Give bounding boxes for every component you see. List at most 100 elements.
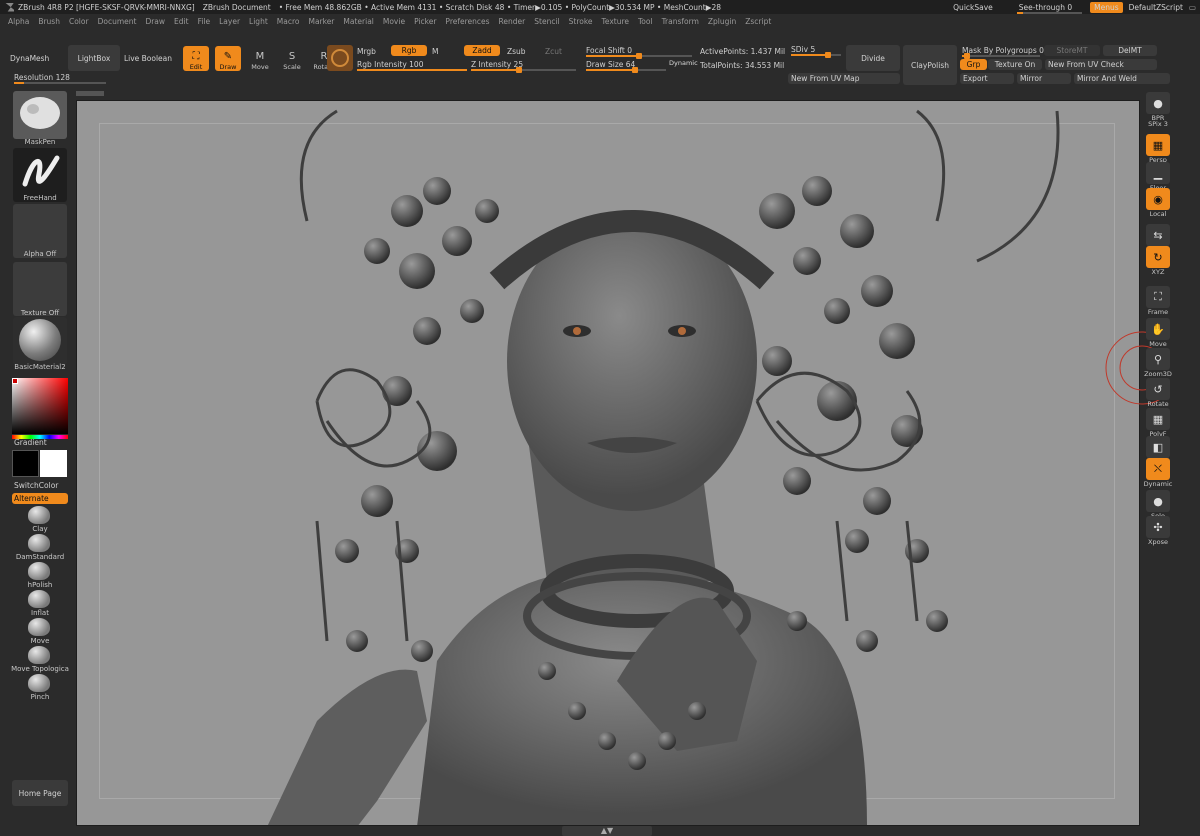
hpolish-brush-icon[interactable] <box>28 562 50 580</box>
secondary-color-swatch[interactable] <box>12 450 39 477</box>
move-brush-icon[interactable] <box>28 618 50 636</box>
mask-by-polygroups-slider[interactable] <box>962 53 1040 59</box>
sdiv-label: SDiv 5 <box>791 45 816 54</box>
texture-on-button[interactable]: Texture On <box>988 59 1042 70</box>
draw-size-slider[interactable] <box>586 67 666 73</box>
app-title: ZBrush 4R8 P2 [HGFE-SKSF-QRVK-MMRI-NNXG] <box>18 2 195 12</box>
persp-button[interactable]: ▦ Persp <box>1145 134 1171 164</box>
move-icon: M <box>255 51 265 62</box>
menu-zplugin[interactable]: Zplugin <box>708 17 736 26</box>
focal-shift-slider[interactable] <box>586 53 692 59</box>
rgb-button[interactable]: Rgb <box>391 45 427 56</box>
zoom3d-button[interactable]: ⚲ Zoom3D <box>1144 348 1172 378</box>
zsub-button[interactable]: Zsub <box>507 47 526 56</box>
menu-color[interactable]: Color <box>69 17 89 26</box>
edit-tool-button[interactable]: ⛶ Edit <box>183 46 209 71</box>
inflat-brush-icon[interactable] <box>28 590 50 608</box>
move-tool-button[interactable]: M Move <box>247 46 273 71</box>
menu-stroke[interactable]: Stroke <box>569 17 593 26</box>
brush-label: Move <box>30 637 50 645</box>
storemt-button[interactable]: StoreMT <box>1044 45 1100 56</box>
frame-button[interactable]: ⛶ Frame <box>1145 286 1171 316</box>
canvas-viewport[interactable] <box>76 100 1140 826</box>
new-from-uv-check-button[interactable]: New From UV Check <box>1045 59 1157 70</box>
bpr-icon: ● <box>1146 92 1170 114</box>
mrgb-button[interactable]: Mrgb <box>357 47 376 56</box>
scale-tool-button[interactable]: S Scale <box>279 46 305 71</box>
resolution-slider[interactable] <box>14 82 106 84</box>
menu-picker[interactable]: Picker <box>414 17 436 26</box>
live-boolean-button[interactable]: Live Boolean <box>122 45 174 71</box>
bpr-button[interactable]: ● BPR <box>1145 92 1171 122</box>
zadd-button[interactable]: Zadd <box>464 45 500 56</box>
gradient-label[interactable]: Gradient <box>14 438 47 447</box>
lightbox-button[interactable]: LightBox <box>68 45 120 71</box>
texture-selector[interactable] <box>13 262 67 316</box>
z-intensity-slider[interactable] <box>471 67 576 73</box>
home-page-button[interactable]: Home Page <box>12 780 68 806</box>
move-button[interactable]: ✋ Move <box>1145 318 1171 348</box>
damstandard-brush-icon[interactable] <box>28 534 50 552</box>
menu-tool[interactable]: Tool <box>638 17 653 26</box>
menus-toggle-button[interactable]: Menus <box>1090 1 1123 13</box>
delmt-button[interactable]: DelMT <box>1103 45 1157 56</box>
mirror-and-weld-button[interactable]: Mirror And Weld <box>1074 73 1170 84</box>
menu-marker[interactable]: Marker <box>308 17 334 26</box>
bottom-tray-toggle[interactable]: ▲▼ <box>562 826 652 836</box>
menu-material[interactable]: Material <box>343 17 373 26</box>
rotate-button[interactable]: ↺ Rotate <box>1145 378 1171 408</box>
menu-light[interactable]: Light <box>249 17 268 26</box>
default-zscript-button[interactable]: DefaultZScript <box>1129 3 1183 12</box>
dynamic-button[interactable]: ⛌ Dynamic <box>1144 458 1172 488</box>
window-controls-icon[interactable]: ▭ <box>1189 3 1196 12</box>
local-button[interactable]: ◉ Local <box>1145 188 1171 218</box>
menu-alpha[interactable]: Alpha <box>8 17 29 26</box>
menu-preferences[interactable]: Preferences <box>445 17 489 26</box>
xpose-button[interactable]: ✣ Xpose <box>1145 516 1171 546</box>
polyf-button[interactable]: ▦ PolyF <box>1145 408 1171 438</box>
menu-layer[interactable]: Layer <box>219 17 240 26</box>
viewport-tab[interactable] <box>76 91 104 96</box>
divide-button[interactable]: Divide <box>846 45 900 71</box>
color-picker-square[interactable] <box>12 378 68 434</box>
menu-macro[interactable]: Macro <box>277 17 300 26</box>
brush-selector[interactable] <box>13 91 67 139</box>
menu-transform[interactable]: Transform <box>662 17 699 26</box>
rgb-intensity-slider[interactable] <box>357 69 467 71</box>
menu-brush[interactable]: Brush <box>38 17 60 26</box>
new-from-uv-map-button[interactable]: New From UV Map <box>788 73 900 84</box>
quicksave-button[interactable]: QuickSave <box>953 3 993 12</box>
mirror-button[interactable]: Mirror <box>1017 73 1071 84</box>
material-sphere-icon[interactable] <box>327 45 353 71</box>
grp-button[interactable]: Grp <box>960 59 987 70</box>
pinch-brush-icon[interactable] <box>28 674 50 692</box>
draw-tool-button[interactable]: ✎ Draw <box>215 46 241 71</box>
switchcolor-button[interactable]: SwitchColor <box>14 481 58 490</box>
menu-edit[interactable]: Edit <box>174 17 189 26</box>
menu-zscript[interactable]: Zscript <box>745 17 771 26</box>
menu-movie[interactable]: Movie <box>383 17 405 26</box>
spix-3-button[interactable]: SPix 3 <box>1145 120 1171 128</box>
clay-brush-icon[interactable] <box>28 506 50 524</box>
brush-name: MaskPen <box>24 138 56 146</box>
menu-document[interactable]: Document <box>98 17 137 26</box>
m-button[interactable]: M <box>432 47 438 56</box>
menu-texture[interactable]: Texture <box>602 17 629 26</box>
zcut-button[interactable]: Zcut <box>545 47 562 56</box>
tool-label: Draw <box>219 63 237 71</box>
dynamic-toggle[interactable]: Dynamic <box>669 59 698 67</box>
claypolish-button[interactable]: ClayPolish <box>903 45 957 85</box>
menu-draw[interactable]: Draw <box>145 17 165 26</box>
see-through-slider[interactable]: See-through 0 <box>1015 3 1084 14</box>
alternate-button[interactable]: Alternate <box>12 493 68 504</box>
menu-stencil[interactable]: Stencil <box>534 17 559 26</box>
dynamesh-button[interactable]: DynaMesh <box>10 45 52 71</box>
move-topologica-brush-icon[interactable] <box>28 646 50 664</box>
sdiv-slider[interactable] <box>791 52 841 58</box>
export-button[interactable]: Export <box>960 73 1014 84</box>
menu-file[interactable]: File <box>198 17 211 26</box>
primary-color-swatch[interactable] <box>40 450 67 477</box>
xyz-button[interactable]: ↻ XYZ <box>1145 246 1171 276</box>
menu-render[interactable]: Render <box>499 17 526 26</box>
material-selector[interactable] <box>13 317 67 365</box>
